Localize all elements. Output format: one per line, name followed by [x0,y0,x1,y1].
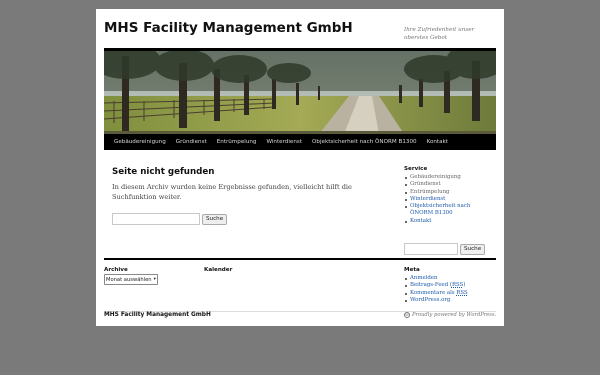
wordpress-icon: W [404,312,410,318]
main-search-input[interactable] [112,213,200,225]
nav-item-entruempelung[interactable]: Entrümpelung [212,134,262,150]
nav-item-gebaeudereinigung[interactable]: Gebäudereinigung [104,134,171,150]
nav-item-objektsicherheit[interactable]: Objektsicherheit nach ÖNORM B1300 [307,134,422,150]
site-title[interactable]: MHS Facility Management GmbH [104,20,353,36]
main-search-button[interactable]: Suche [202,213,228,225]
chevron-down-icon: ▾ [153,277,156,282]
sidebar-search-button[interactable]: Suche [460,243,486,255]
meta-item-wordpress-org[interactable]: WordPress.org [404,297,499,304]
service-item-objektsicherheit[interactable]: Objektsicherheit nach ÖNORM B1300 [404,203,494,218]
service-item-gruendienst[interactable]: Gründienst [404,181,494,188]
nav-item-kontakt[interactable]: Kontakt [422,134,453,150]
sidebar-search-input[interactable] [404,243,458,255]
footer-site-title[interactable]: MHS Facility Management GmbH [104,312,211,318]
service-item-kontakt[interactable]: Kontakt [404,218,494,225]
page-title: Seite nicht gefunden [112,167,215,177]
powered-by-link[interactable]: W Proudly powered by WordPress. [404,312,496,318]
header-image [104,51,496,134]
powered-by-text: Proudly powered by WordPress. [412,312,497,318]
service-widget-title: Service [404,166,428,172]
meta-widget-title: Meta [404,267,420,273]
sidebar-search-form: Suche [404,243,486,255]
meta-item-posts-feed[interactable]: Beitrags-Feed (RSS) [404,282,499,289]
archive-month-select[interactable]: Monat auswählen ▾ [104,274,158,285]
service-item-winterdienst[interactable]: Winterdienst [404,196,494,203]
nav-item-winterdienst[interactable]: Winterdienst [261,134,307,150]
meta-item-comments-feed[interactable]: Kommentare als RSS [404,290,499,297]
service-item-gebaeudereinigung[interactable]: Gebäudereinigung [404,174,494,181]
service-list: Gebäudereinigung Gründienst Entrümpelung… [404,174,494,225]
archive-select-value: Monat auswählen [106,276,152,283]
meta-list: Anmelden Beitrags-Feed (RSS) Kommentare … [404,275,499,304]
service-item-entruempelung[interactable]: Entrümpelung [404,189,494,196]
not-found-message: In diesem Archiv wurden keine Ergebnisse… [112,183,352,201]
page-wrapper: MHS Facility Management GmbH Ihre Zufrie… [96,9,504,326]
site-description: Ihre Zufriedenheit unser oberstes Gebot [404,27,475,41]
footer-divider [104,258,496,260]
nav-item-gruendienst[interactable]: Gründienst [171,134,212,150]
archive-widget-title: Archive [104,267,128,273]
main-navigation: Gebäudereinigung Gründienst Entrümpelung… [104,134,496,150]
tree-alley-image [104,51,496,134]
main-search-form: Suche [112,213,228,225]
calendar-widget-title: Kalender [204,267,233,273]
